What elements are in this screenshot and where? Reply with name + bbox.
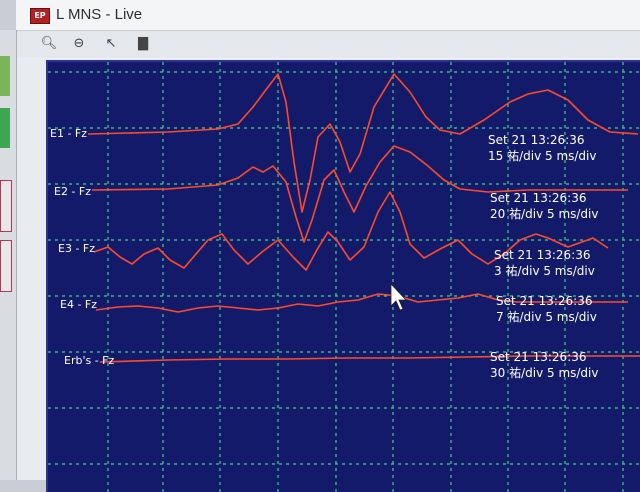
channel-info-erbs: Set 21 13:26:36 30 祐/div 5 ms/div (490, 349, 598, 381)
scale-readout: 20 祐/div 5 ms/div (490, 207, 599, 221)
scale-readout: 30 祐/div 5 ms/div (490, 366, 599, 380)
channel-label-e1: E1 - Fz (50, 127, 88, 140)
channel-info-e3: Set 21 13:26:36 3 祐/div 5 ms/div (494, 247, 595, 279)
timestamp: Set 21 13:26:36 (490, 350, 587, 364)
title-bar: EP L MNS - Live (16, 0, 640, 31)
scale-readout: 7 祐/div 5 ms/div (496, 310, 597, 324)
channel-label-erbs: Erb's - Fz (64, 354, 115, 367)
status-indicator (0, 108, 10, 148)
scale-readout: 3 祐/div 5 ms/div (494, 264, 595, 278)
channel-label-e3: E3 - Fz (58, 242, 96, 255)
app-logo-icon: EP (30, 8, 50, 24)
scale-readout: 15 祐/div 5 ms/div (488, 149, 597, 163)
app-window: EP L MNS - Live 🔍︎ ⊖ ↖ ▇ E1 - Fz E2 - Fz… (16, 0, 640, 492)
zoom-in-icon[interactable]: 🔍︎ (38, 34, 60, 54)
channel-label-e2: E2 - Fz (54, 185, 92, 198)
status-indicator (0, 56, 10, 96)
waveform-display[interactable]: E1 - Fz E2 - Fz E3 - Fz E4 - Fz Erb's - … (46, 60, 640, 492)
zoom-out-icon[interactable]: ⊖ (68, 34, 90, 54)
cursor-icon[interactable]: ↖ (100, 34, 122, 54)
toolbar: 🔍︎ ⊖ ↖ ▇ (16, 31, 640, 57)
timestamp: Set 21 13:26:36 (494, 248, 591, 262)
chart-icon[interactable]: ▇ (132, 34, 154, 54)
side-panel (0, 30, 17, 480)
channel-info-e1: Set 21 13:26:36 15 祐/div 5 ms/div (488, 132, 596, 164)
panel-button[interactable] (0, 240, 12, 292)
window-title: L MNS - Live (56, 6, 143, 23)
timestamp: Set 21 13:26:36 (490, 191, 587, 205)
timestamp: Set 21 13:26:36 (488, 133, 585, 147)
channel-label-e4: E4 - Fz (60, 298, 98, 311)
timestamp: Set 21 13:26:36 (496, 294, 593, 308)
panel-button[interactable] (0, 180, 12, 232)
channel-info-e4: Set 21 13:26:36 7 祐/div 5 ms/div (496, 293, 597, 325)
channel-info-e2: Set 21 13:26:36 20 祐/div 5 ms/div (490, 190, 598, 222)
